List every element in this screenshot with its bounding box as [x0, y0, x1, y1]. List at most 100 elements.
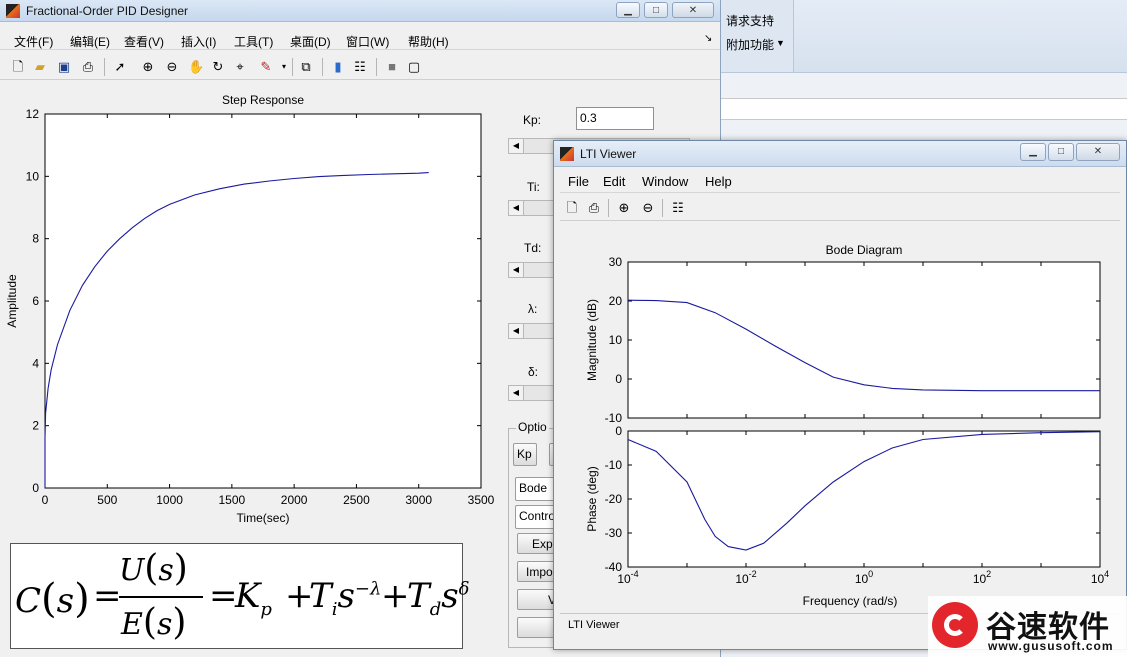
y-tick-label: 30: [609, 255, 623, 269]
x-tick-label: 3500: [468, 493, 495, 507]
maximize-button[interactable]: □: [1048, 143, 1074, 161]
ribbon-item-addons[interactable]: 附加功能: [726, 36, 774, 53]
lti-window-title: LTI Viewer: [580, 147, 637, 161]
menu-edit[interactable]: Edit: [603, 174, 625, 189]
formula-equals-2: =: [209, 576, 238, 616]
menu-dock-icon[interactable]: ↘: [704, 33, 712, 44]
pointer-icon[interactable]: ➚: [112, 59, 128, 75]
menu-file[interactable]: File: [568, 174, 589, 189]
rotate-3d-icon[interactable]: ↻: [210, 59, 226, 75]
menu-help[interactable]: Help: [705, 174, 732, 189]
menu-view[interactable]: 查看(V): [124, 33, 164, 50]
matlab-logo-icon: [6, 4, 20, 18]
kp-label: Kp:: [523, 113, 542, 127]
x-tick-label: 0: [42, 493, 49, 507]
y-tick-label: 20: [609, 294, 623, 308]
link-icon[interactable]: ⧉: [298, 59, 314, 75]
x-tick-label: 2500: [343, 493, 370, 507]
y-tick-label: 0: [615, 424, 622, 438]
toolbar-separator: [292, 58, 293, 76]
lti-toolbar: 🗋 ⎙ ⊕ ⊖ ☷: [560, 195, 1120, 221]
kp-input[interactable]: 0.3: [576, 107, 654, 130]
x-tick-label: 104: [1091, 569, 1109, 586]
delta-slider[interactable]: ◀: [508, 385, 558, 401]
menu-file[interactable]: 文件(F): [14, 33, 53, 50]
menu-edit[interactable]: 编辑(E): [70, 33, 110, 50]
maximize-button[interactable]: □: [644, 2, 668, 18]
toolbar-separator: [376, 58, 377, 76]
plot-area: [44, 113, 482, 489]
pid-toolbar: 🗋 ▰ ▣ ⎙ ➚ ⊕ ⊖ ✋ ↻ ⌖ ✎ ▾ ⧉ ▮ ☷ ■ ▢: [0, 54, 720, 80]
formula-plus-2: +: [381, 576, 410, 616]
save-icon[interactable]: ▣: [56, 59, 72, 75]
x-tick-label: 10-4: [617, 569, 638, 586]
step-response-figure: Step Response 0 500 1000 1500 2000 2500 3000 350…: [4, 82, 504, 538]
minimize-button[interactable]: ▁: [616, 2, 640, 18]
x-tick-label: 500: [97, 493, 117, 507]
phase-axis-label: Phase (deg): [585, 466, 599, 531]
kp-button[interactable]: Kp: [513, 443, 537, 466]
lti-viewer-window: LTI Viewer ▁ □ ✕ File Edit Window Help 🗋…: [553, 140, 1127, 650]
slider-left-arrow-icon[interactable]: ◀: [509, 201, 524, 215]
close-button[interactable]: ✕: [672, 2, 714, 18]
slider-left-arrow-icon[interactable]: ◀: [509, 263, 524, 277]
lambda-label: λ:: [528, 302, 538, 316]
menu-insert[interactable]: 插入(I): [181, 33, 216, 50]
print-icon[interactable]: ⎙: [586, 200, 602, 216]
menu-help[interactable]: 帮助(H): [408, 33, 449, 50]
formula-kp: Kp: [235, 576, 272, 620]
brush-icon[interactable]: ✎: [258, 59, 274, 75]
pan-hand-icon[interactable]: ✋: [188, 59, 204, 75]
formula-fraction-bar: [119, 596, 203, 598]
menu-desktop[interactable]: 桌面(D): [290, 33, 331, 50]
legend-icon[interactable]: ☷: [352, 59, 368, 75]
y-tick-label: 2: [32, 419, 39, 433]
y-tick-label: -10: [605, 411, 623, 425]
zoom-in-icon[interactable]: ⊕: [140, 59, 156, 75]
slider-left-arrow-icon[interactable]: ◀: [509, 386, 524, 400]
zoom-out-icon[interactable]: ⊖: [640, 200, 656, 216]
menu-tools[interactable]: 工具(T): [234, 33, 273, 50]
ti-slider[interactable]: ◀: [508, 200, 558, 216]
hide-plot-icon[interactable]: ■: [384, 59, 400, 75]
zoom-out-icon[interactable]: ⊖: [164, 59, 180, 75]
lti-window-titlebar: LTI Viewer ▁ □ ✕: [554, 141, 1126, 167]
x-tick-label: 10-2: [735, 569, 756, 586]
y-tick-label: 10: [26, 169, 40, 183]
lambda-slider[interactable]: ◀: [508, 323, 558, 339]
y-tick-label: 12: [26, 107, 40, 121]
chevron-down-icon: ▼: [776, 38, 785, 48]
new-file-icon[interactable]: 🗋: [10, 59, 26, 75]
menu-window[interactable]: 窗口(W): [346, 33, 389, 50]
open-folder-icon[interactable]: ▰: [32, 59, 48, 75]
minimize-button[interactable]: ▁: [1020, 143, 1046, 161]
y-tick-label: -30: [605, 526, 623, 540]
x-tick-label: 102: [973, 569, 991, 586]
print-icon[interactable]: ⎙: [80, 59, 96, 75]
matlab-logo-icon: [560, 147, 574, 161]
x-tick-label: 100: [855, 569, 873, 586]
lti-menubar: File Edit Window Help: [560, 171, 1120, 193]
bode-chart: Bode Diagram-100102030Magnitude (dB)-40-…: [585, 243, 1109, 608]
menu-window[interactable]: Window: [642, 174, 688, 189]
x-axis-label: Frequency (rad/s): [803, 594, 898, 608]
pid-menubar: 文件(F) 编辑(E) 查看(V) 插入(I) 工具(T) 桌面(D) 窗口(W…: [0, 30, 720, 50]
show-plot-icon[interactable]: ▢: [406, 59, 422, 75]
y-axis-label: Amplitude: [5, 274, 19, 328]
zoom-in-icon[interactable]: ⊕: [616, 200, 632, 216]
slider-left-arrow-icon[interactable]: ◀: [509, 139, 524, 153]
slider-left-arrow-icon[interactable]: ◀: [509, 324, 524, 338]
watermark: 谷速软件 www.gususoft.com: [928, 596, 1127, 657]
close-button[interactable]: ✕: [1076, 143, 1120, 161]
toolbar-separator: [662, 199, 663, 217]
td-slider[interactable]: ◀: [508, 262, 558, 278]
brush-dropdown-icon[interactable]: ▾: [276, 59, 292, 75]
magnitude-plot-area: [627, 261, 1101, 419]
data-cursor-icon[interactable]: ⌖: [232, 59, 248, 75]
new-file-icon[interactable]: 🗋: [564, 200, 580, 216]
ribbon-item-support[interactable]: 请求支持: [726, 12, 774, 29]
y-tick-label: 10: [609, 333, 623, 347]
colorbar-icon[interactable]: ▮: [330, 59, 346, 75]
legend-icon[interactable]: ☷: [670, 200, 686, 216]
delta-label: δ:: [528, 365, 539, 379]
